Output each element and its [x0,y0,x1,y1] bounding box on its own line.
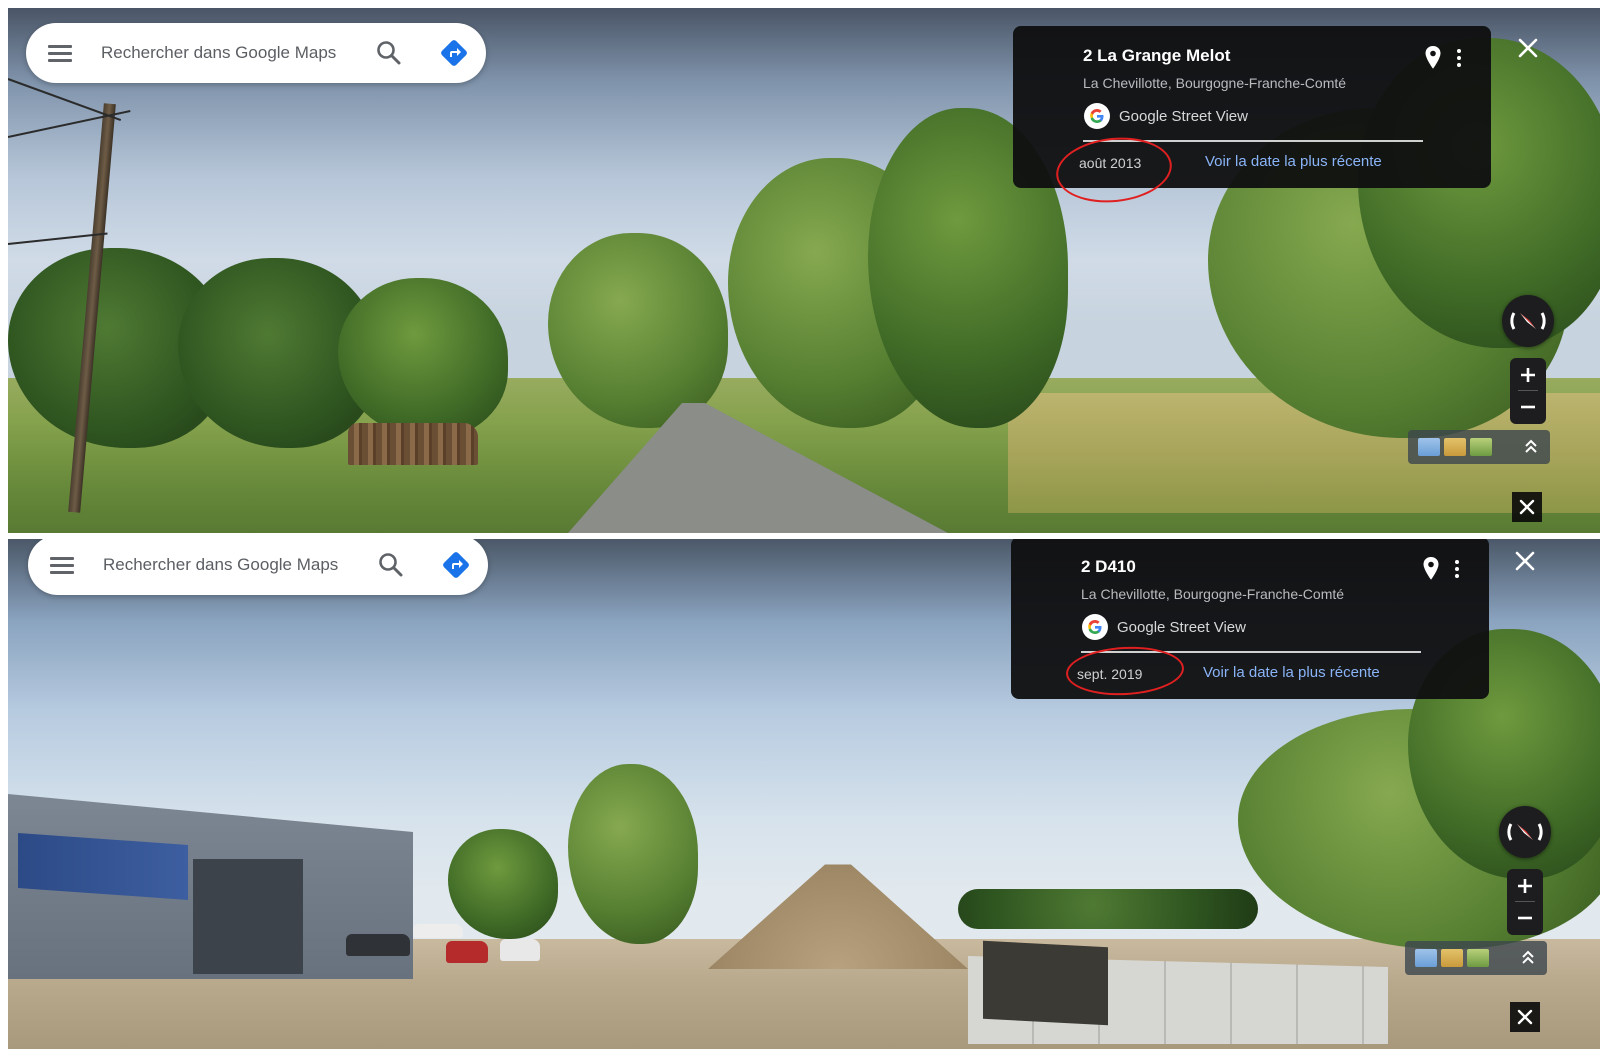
zoom-control [1510,358,1546,424]
search-icon[interactable] [374,38,404,68]
more-vert-icon[interactable] [1454,46,1464,70]
car [346,934,410,956]
search-box[interactable] [28,539,488,595]
chevron-up-icon[interactable] [1519,948,1537,968]
close-icon[interactable] [1516,36,1540,60]
compass-icon[interactable] [1499,806,1551,858]
thumbnail[interactable] [1415,949,1437,967]
close-icon[interactable] [1510,1002,1540,1032]
car [413,924,463,938]
google-g-icon [1081,613,1109,641]
zoom-in-button[interactable] [1510,358,1546,390]
street-view-panel-2013[interactable]: 2 La Grange Melot La Chevillotte, Bourgo… [8,8,1600,533]
sign [18,833,188,900]
thumbnail[interactable] [1444,438,1466,456]
zoom-in-button[interactable] [1507,869,1543,901]
thumbnail[interactable] [1441,949,1463,967]
chevron-up-icon[interactable] [1522,437,1540,457]
thumbnail[interactable] [1467,949,1489,967]
thumbnail[interactable] [1470,438,1492,456]
compass-icon[interactable] [1502,295,1554,347]
thumbnail[interactable] [1418,438,1440,456]
search-input[interactable] [101,39,361,67]
banner [983,940,1108,1026]
car [446,941,488,963]
source-label: Google Street View [1117,619,1246,636]
search-icon[interactable] [376,550,406,580]
zoom-out-button[interactable] [1507,903,1543,935]
street-view-panel-2019[interactable]: 2 D410 La Chevillotte, Bourgogne-Franche… [8,539,1600,1049]
imagery-thumbnails[interactable] [1408,430,1550,464]
zoom-out-button[interactable] [1510,392,1546,424]
more-vert-icon[interactable] [1452,557,1462,581]
warehouse-door [193,859,303,974]
directions-icon[interactable] [439,38,469,68]
search-input[interactable] [103,551,363,579]
close-icon[interactable] [1513,549,1537,573]
pin-icon[interactable] [1422,44,1444,72]
close-icon[interactable] [1512,492,1542,522]
search-box[interactable] [26,23,486,83]
zoom-control [1507,869,1543,935]
google-g-icon [1083,102,1111,130]
imagery-thumbnails[interactable] [1405,941,1547,975]
location-subtitle: La Chevillotte, Bourgogne-Franche-Comté [1081,586,1345,602]
woodpile [348,423,478,465]
see-latest-date-link[interactable]: Voir la date la plus récente [1205,153,1382,170]
car [500,939,540,961]
menu-icon[interactable] [50,557,74,574]
source-label: Google Street View [1119,108,1248,125]
location-subtitle: La Chevillotte, Bourgogne-Franche-Comté [1083,75,1347,91]
pin-icon[interactable] [1420,555,1442,583]
directions-icon[interactable] [441,550,471,580]
see-latest-date-link[interactable]: Voir la date la plus récente [1203,664,1380,681]
menu-icon[interactable] [48,45,72,62]
location-title: 2 La Grange Melot [1083,46,1231,65]
location-title: 2 D410 [1081,557,1136,576]
